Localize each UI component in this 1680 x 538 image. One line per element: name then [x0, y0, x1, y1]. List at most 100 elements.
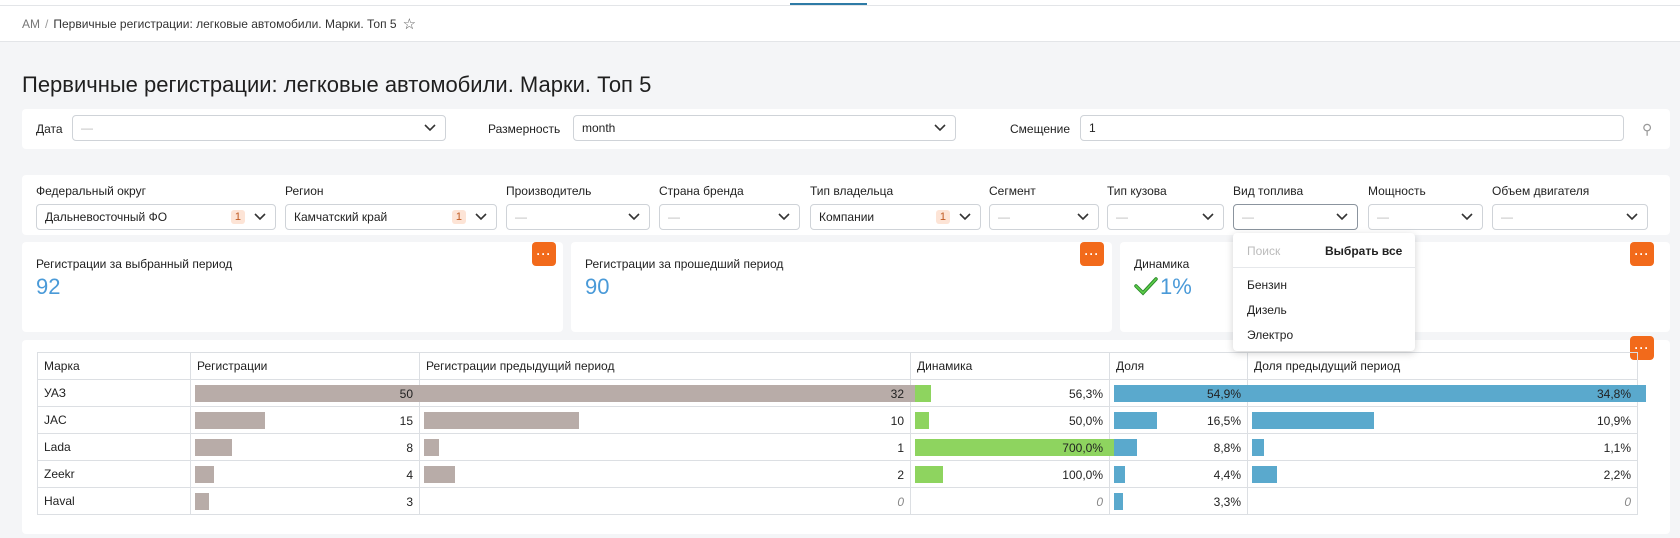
selected-count-badge: 1	[935, 210, 950, 224]
data-bar	[1252, 385, 1646, 402]
column-header-brand[interactable]: Марка	[37, 352, 191, 380]
owner-type-select[interactable]: Компании 1	[810, 204, 981, 230]
dimension-value: month	[582, 121, 616, 135]
registrations-prev-cell: 1	[419, 433, 911, 461]
engine-volume-value: —	[1501, 210, 1513, 224]
segment-value: —	[998, 210, 1010, 224]
body-type-select[interactable]: —	[1107, 204, 1224, 230]
cell-value: 32	[890, 387, 904, 401]
divider	[1233, 267, 1415, 268]
date-label: Дата	[36, 122, 63, 136]
cell-value: 0	[1624, 495, 1631, 509]
cell-value: 16,5%	[1206, 414, 1241, 428]
brand-country-label: Страна бренда	[659, 184, 744, 198]
manufacturer-select[interactable]: —	[506, 204, 650, 230]
region-label: Регион	[285, 184, 324, 198]
favorite-star-icon[interactable]: ☆	[403, 15, 416, 33]
federal-district-label: Федеральный округ	[36, 184, 146, 198]
data-bar	[1114, 493, 1123, 510]
cell-value: 10,9%	[1596, 414, 1631, 428]
offset-input[interactable]: 1	[1080, 115, 1624, 141]
table-row[interactable]: Zeekr 4 2 100,0% 4,4% 2,2%	[37, 460, 1638, 488]
region-select[interactable]: Камчатский край 1	[285, 204, 497, 230]
pin-icon[interactable]: ⚲	[1642, 121, 1652, 138]
dropdown-option[interactable]: Электро	[1247, 328, 1293, 342]
segment-select[interactable]: —	[989, 204, 1099, 230]
registrations-cell: 8	[190, 433, 420, 461]
brand-cell: УАЗ	[37, 379, 191, 407]
share-cell: 54,9%	[1109, 379, 1256, 407]
offset-value: 1	[1089, 121, 1096, 135]
column-header-registrations[interactable]: Регистрации	[190, 352, 420, 380]
cell-value: 4	[406, 468, 413, 482]
engine-volume-select[interactable]: —	[1492, 204, 1648, 230]
brand-cell: Haval	[37, 487, 191, 515]
table-row[interactable]: УАЗ 50 32 56,3% 54,9% 34,8%	[37, 379, 1646, 407]
segment-label: Сегмент	[989, 184, 1036, 198]
registrations-cell: 3	[190, 487, 420, 515]
data-bar	[1114, 439, 1137, 456]
breadcrumb-root[interactable]: AM	[22, 17, 40, 31]
kpi-title: Динамика	[1134, 257, 1190, 271]
manufacturer-value: —	[515, 210, 527, 224]
brand-cell: Lada	[37, 433, 191, 461]
column-header-share-prev[interactable]: Доля предыдущий период	[1247, 352, 1638, 380]
data-bar	[1252, 439, 1264, 456]
cell-value: 10	[890, 414, 904, 428]
page-title: Первичные регистрации: легковые автомоби…	[22, 72, 652, 97]
brand-cell: Zeekr	[37, 460, 191, 488]
power-select[interactable]: —	[1368, 204, 1483, 230]
data-bar	[424, 439, 439, 456]
dimension-select[interactable]: month	[573, 115, 956, 141]
dynamics-cell: 700,0%	[910, 433, 1118, 461]
data-bar	[915, 385, 931, 402]
chevron-down-icon	[1625, 210, 1639, 224]
more-menu-button[interactable]: ···	[1080, 242, 1104, 266]
owner-type-label: Тип владельца	[810, 184, 894, 198]
brand-country-select[interactable]: —	[659, 204, 800, 230]
fuel-type-select[interactable]: —	[1233, 204, 1358, 230]
data-bar	[195, 466, 214, 483]
dropdown-option[interactable]: Бензин	[1247, 278, 1287, 292]
more-menu-button[interactable]: ···	[1630, 242, 1654, 266]
data-bar	[195, 439, 232, 456]
cell-value: 8,8%	[1213, 441, 1241, 455]
cell-value: 56,3%	[1068, 387, 1103, 401]
dropdown-search-input[interactable]: Поиск	[1247, 244, 1280, 258]
fuel-type-label: Вид топлива	[1233, 184, 1304, 198]
chevron-down-icon	[958, 210, 972, 224]
top-filter-bar: Дата — Размерность month Смещение 1	[22, 109, 1670, 149]
data-bar	[424, 412, 579, 429]
dropdown-option[interactable]: Дизель	[1247, 303, 1287, 317]
dynamics-cell: 0	[910, 487, 1110, 515]
column-header-registrations-prev[interactable]: Регистрации предыдущий период	[419, 352, 911, 380]
registrations-prev-cell: 2	[419, 460, 911, 488]
column-header-dynamics[interactable]: Динамика	[910, 352, 1110, 380]
cell-value: 0	[897, 495, 904, 509]
registrations-prev-cell: 10	[419, 406, 911, 434]
table-row[interactable]: Lada 8 1 700,0% 8,8% 1,1%	[37, 433, 1638, 461]
table-row[interactable]: Haval 3 0 0 3,3% 0	[37, 487, 1638, 515]
cell-value: 1	[897, 441, 904, 455]
federal-district-value: Дальневосточный ФО	[45, 210, 168, 224]
kpi-title: Регистрации за выбранный период	[36, 257, 233, 271]
table-row[interactable]: JAC 15 10 50,0% 16,5% 10,9%	[37, 406, 1638, 434]
cell-value: 54,9%	[1206, 387, 1241, 401]
more-menu-button[interactable]: ···	[532, 242, 556, 266]
date-select[interactable]: —	[72, 115, 446, 141]
federal-district-select[interactable]: Дальневосточный ФО 1	[36, 204, 276, 230]
registrations-cell: 50	[190, 379, 428, 407]
fuel-type-value: —	[1242, 210, 1254, 224]
brands-table: Марка Регистрации Регистрации предыдущий…	[37, 352, 1646, 515]
engine-volume-label: Объем двигателя	[1492, 184, 1590, 198]
share-cell: 8,8%	[1109, 433, 1248, 461]
body-type-label: Тип кузова	[1107, 184, 1167, 198]
kpi-title: Регистрации за прошедший период	[585, 257, 784, 271]
select-all-button[interactable]: Выбрать все	[1325, 244, 1402, 258]
data-bar	[915, 412, 929, 429]
column-header-share[interactable]: Доля	[1109, 352, 1248, 380]
brand-country-value: —	[668, 210, 680, 224]
cell-value: 0	[1096, 495, 1103, 509]
power-value: —	[1377, 210, 1389, 224]
selected-count-badge: 1	[451, 210, 466, 224]
